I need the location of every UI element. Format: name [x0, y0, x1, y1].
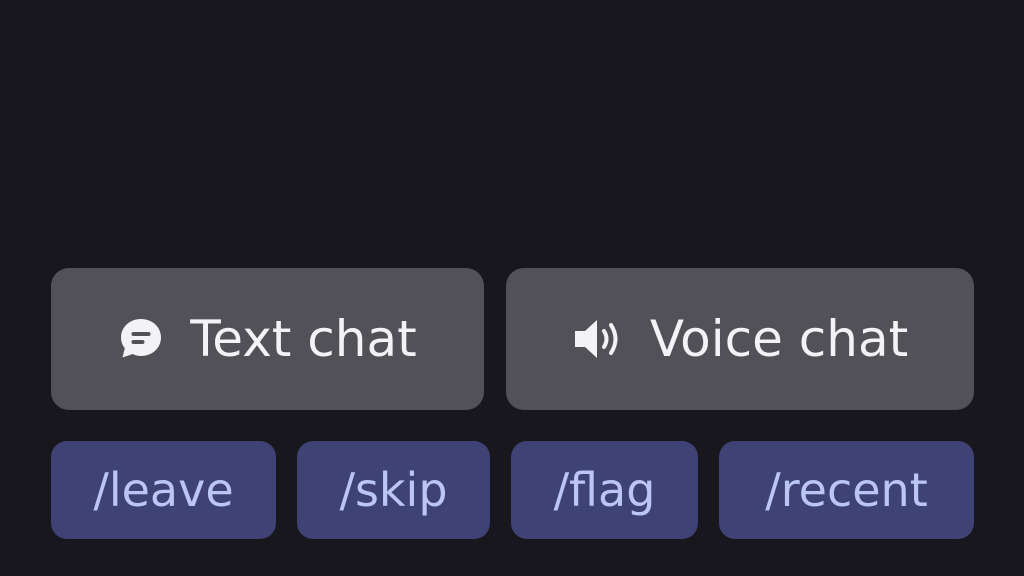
flag-command-button[interactable]: /flag — [511, 441, 698, 539]
text-chat-button[interactable]: Text chat — [51, 268, 484, 410]
voice-chat-label: Voice chat — [649, 310, 909, 368]
text-chat-label: Text chat — [190, 310, 417, 368]
chat-mode-screen: Text chat Voice chat /leave /skip /flag … — [0, 0, 1024, 576]
chat-bubble-icon — [118, 316, 164, 362]
speaker-icon — [572, 316, 624, 362]
recent-command-button[interactable]: /recent — [719, 441, 974, 539]
voice-chat-button[interactable]: Voice chat — [506, 268, 974, 410]
leave-command-button[interactable]: /leave — [51, 441, 276, 539]
skip-command-button[interactable]: /skip — [297, 441, 490, 539]
